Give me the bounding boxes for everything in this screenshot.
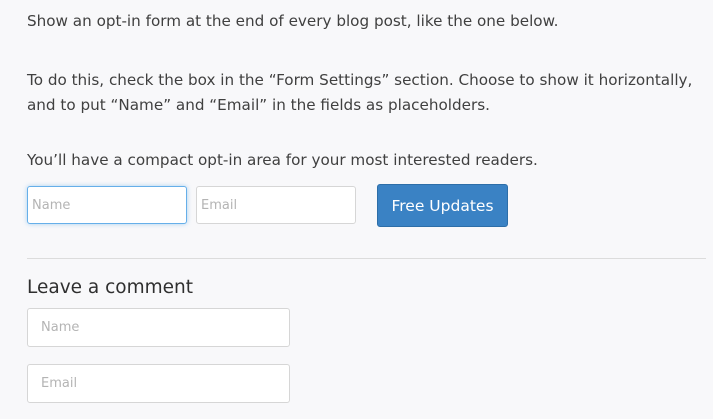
comment-email-input[interactable] bbox=[27, 364, 290, 403]
optin-name-input[interactable] bbox=[27, 186, 187, 224]
comment-name-input[interactable] bbox=[27, 308, 290, 347]
free-updates-button[interactable]: Free Updates bbox=[377, 184, 508, 227]
intro-text-3: You’ll have a compact opt-in area for yo… bbox=[27, 151, 538, 169]
section-divider bbox=[27, 258, 706, 259]
intro-text-1: Show an opt-in form at the end of every … bbox=[27, 12, 559, 30]
optin-email-input[interactable] bbox=[196, 186, 356, 224]
comment-section-heading: Leave a comment bbox=[27, 277, 194, 298]
intro-text-2: To do this, check the box in the “Form S… bbox=[27, 71, 693, 114]
